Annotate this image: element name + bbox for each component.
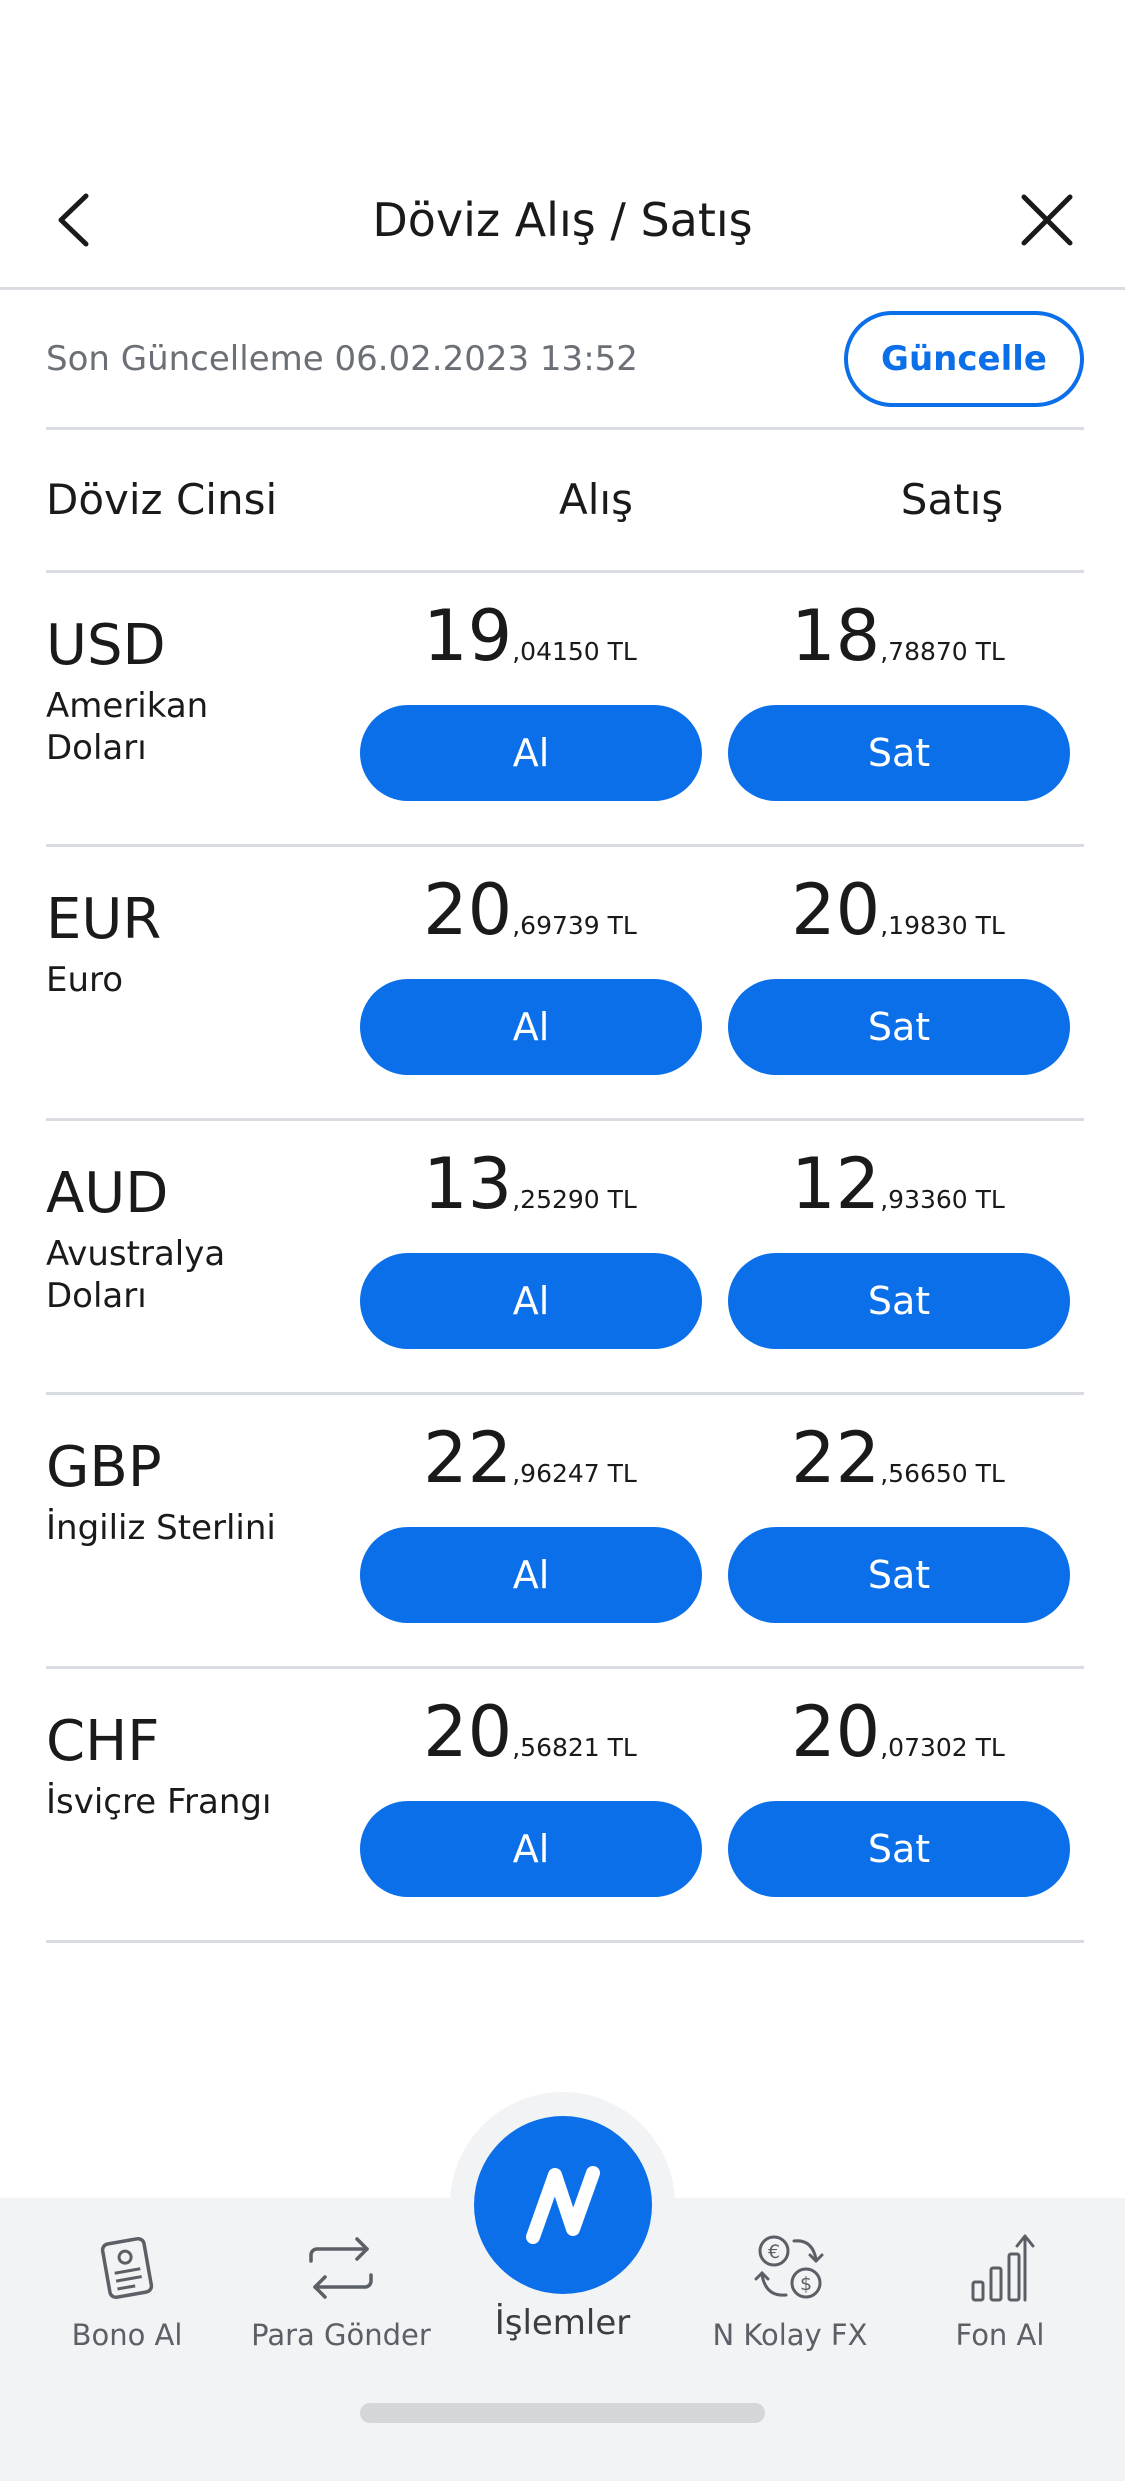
buy-price: 22,96247 TL xyxy=(423,1417,637,1499)
column-header-buy: Alış xyxy=(559,475,633,524)
buy-button[interactable]: Al xyxy=(360,1253,702,1349)
column-header-currency: Döviz Cinsi xyxy=(46,475,278,524)
nav-label: N Kolay FX xyxy=(712,2318,868,2352)
table-header: Döviz Cinsi Alış Satış xyxy=(46,430,1084,573)
svg-text:€: € xyxy=(768,2241,780,2263)
currency-row-chf: CHF İsviçre Frangı 20,56821 TL 20,07302 … xyxy=(46,1669,1084,1943)
close-button[interactable] xyxy=(1017,190,1077,250)
nav-label: Fon Al xyxy=(955,2318,1045,2352)
sell-price: 22,56650 TL xyxy=(791,1417,1005,1499)
currency-row-gbp: GBP İngiliz Sterlini 22,96247 TL 22,5665… xyxy=(46,1395,1084,1669)
n-logo-icon xyxy=(526,2166,600,2244)
refresh-button[interactable]: Güncelle xyxy=(844,310,1084,407)
last-update-text: Son Güncelleme 06.02.2023 13:52 xyxy=(46,338,638,379)
svg-text:$: $ xyxy=(800,2273,812,2295)
buy-price: 20,56821 TL xyxy=(423,1691,637,1773)
buy-button[interactable]: Al xyxy=(360,1527,702,1623)
nav-item-para-gonder[interactable]: Para Gönder xyxy=(241,2228,441,2352)
currency-code: AUD xyxy=(46,1161,169,1226)
currency-code: EUR xyxy=(46,887,162,952)
nav-label: Para Gönder xyxy=(251,2318,431,2352)
transfer-arrows-icon xyxy=(241,2228,441,2308)
currency-row-eur: EUR Euro 20,69739 TL 20,19830 TL Al Sat xyxy=(46,847,1084,1121)
currency-row-aud: AUD Avustralya Doları 13,25290 TL 12,933… xyxy=(46,1121,1084,1395)
sell-button[interactable]: Sat xyxy=(728,1801,1070,1897)
nav-label: Bono Al xyxy=(71,2318,183,2352)
bond-document-icon xyxy=(27,2228,227,2308)
currency-code: CHF xyxy=(46,1709,160,1774)
buy-price: 19,04150 TL xyxy=(423,595,637,677)
sell-price: 18,78870 TL xyxy=(791,595,1005,677)
currency-code: GBP xyxy=(46,1435,162,1500)
currency-exchange-icon: € $ xyxy=(690,2228,890,2308)
buy-button[interactable]: Al xyxy=(360,705,702,801)
sell-button[interactable]: Sat xyxy=(728,979,1070,1075)
close-icon xyxy=(1021,194,1073,246)
currency-name: Avustralya Doları xyxy=(46,1234,226,1316)
transactions-button[interactable] xyxy=(474,2116,652,2294)
sell-price: 20,19830 TL xyxy=(791,869,1005,951)
top-bar: Döviz Alış / Satış xyxy=(0,0,1125,290)
fund-chart-icon xyxy=(900,2228,1100,2308)
last-update-row: Son Güncelleme 06.02.2023 13:52 Güncelle xyxy=(46,290,1084,430)
currency-name: Amerikan Doları xyxy=(46,686,209,768)
sell-button[interactable]: Sat xyxy=(728,1253,1070,1349)
nav-label-islemler: İşlemler xyxy=(494,2303,631,2343)
buy-button[interactable]: Al xyxy=(360,979,702,1075)
buy-price: 13,25290 TL xyxy=(423,1143,637,1225)
buy-button[interactable]: Al xyxy=(360,1801,702,1897)
sell-button[interactable]: Sat xyxy=(728,705,1070,801)
currency-name: İngiliz Sterlini xyxy=(46,1508,276,1548)
sell-price: 12,93360 TL xyxy=(791,1143,1005,1225)
buy-price: 20,69739 TL xyxy=(423,869,637,951)
currency-code: USD xyxy=(46,613,166,678)
nav-item-fon-al[interactable]: Fon Al xyxy=(900,2228,1100,2352)
currency-row-usd: USD Amerikan Doları 19,04150 TL 18,78870… xyxy=(46,573,1084,847)
home-indicator xyxy=(360,2403,765,2423)
column-header-sell: Satış xyxy=(900,475,1004,524)
nav-item-bono-al[interactable]: Bono Al xyxy=(27,2228,227,2352)
sell-price: 20,07302 TL xyxy=(791,1691,1005,1773)
page-title: Döviz Alış / Satış xyxy=(372,193,753,247)
currency-name: Euro xyxy=(46,960,124,1000)
sell-button[interactable]: Sat xyxy=(728,1527,1070,1623)
currency-name: İsviçre Frangı xyxy=(46,1782,272,1822)
nav-item-n-kolay-fx[interactable]: € $ N Kolay FX xyxy=(690,2228,890,2352)
